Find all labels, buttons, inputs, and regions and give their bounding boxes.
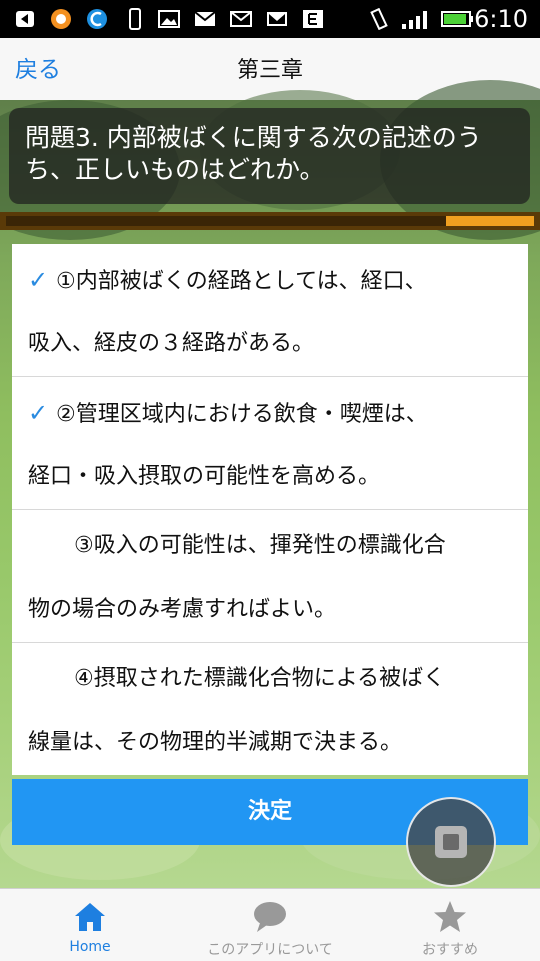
option-text: ①内部被ばくの経路としては、経口、 <box>56 269 427 294</box>
option-line1: ④摂取された標識化合物による被ばく <box>28 663 445 695</box>
checkmark-icon: ✓ <box>28 399 49 427</box>
tab-home[interactable]: Home <box>0 889 180 961</box>
chat-bubble-icon <box>254 902 286 932</box>
phone-icon <box>129 8 141 30</box>
option-text: ②管理区域内における飲食・喫煙は、 <box>56 402 428 427</box>
battery-icon <box>441 11 473 27</box>
tab-recommend[interactable]: おすすめ <box>360 889 540 961</box>
tab-about[interactable]: このアプリについて <box>180 889 360 961</box>
tab-recommend-label: おすすめ <box>422 942 478 958</box>
option-line1: ✓ ②管理区域内における飲食・喫煙は、 <box>28 397 428 431</box>
status-time: 6:10 <box>474 5 528 33</box>
star-icon <box>434 901 466 932</box>
home-icon <box>75 903 105 931</box>
option-line2: 吸入、経皮の３経路がある。 <box>28 331 315 356</box>
tab-bar: Home このアプリについて おすすめ <box>0 888 540 961</box>
option-line2: 物の場合のみ考慮すればよい。 <box>28 597 337 622</box>
option-line2: 線量は、その物理的半減期で決まる。 <box>28 730 403 755</box>
tab-about-label: このアプリについて <box>207 942 333 958</box>
gmail-icon <box>267 12 287 26</box>
option-1[interactable]: ✓ ①内部被ばくの経路としては、経口、 吸入、経皮の３経路がある。 <box>12 244 528 377</box>
option-2[interactable]: ✓ ②管理区域内における飲食・喫煙は、 経口・吸入摂取の可能性を高める。 <box>12 377 528 510</box>
option-4[interactable]: ④摂取された標識化合物による被ばく 線量は、その物理的半減期で決まる。 <box>12 643 528 775</box>
question-text: 問題3. 内部被ばくに関する次の記述のうち、正しいものはどれか。 <box>25 123 482 184</box>
checkmark-icon: ✓ <box>28 266 49 294</box>
signal-icon <box>402 11 427 29</box>
floating-stop-button[interactable] <box>406 797 496 887</box>
back-arrow-icon <box>16 11 34 27</box>
progress-bar <box>0 212 540 230</box>
option-line2: 経口・吸入摂取の可能性を高める。 <box>28 464 381 489</box>
option-text: ③吸入の可能性は、揮発性の標識化合 <box>74 533 446 558</box>
vibrate-icon <box>370 8 388 30</box>
page-title: 第三章 <box>236 58 303 83</box>
progress-fill <box>446 216 534 226</box>
status-bar: 6:10 <box>0 0 540 38</box>
option-line1: ✓ ①内部被ばくの経路としては、経口、 <box>28 264 427 298</box>
question-panel: 問題3. 内部被ばくに関する次の記述のうち、正しいものはどれか。 <box>9 108 530 204</box>
answer-options: ✓ ①内部被ばくの経路としては、経口、 吸入、経皮の３経路がある。 ✓ ②管理区域内… <box>12 244 528 775</box>
mail-icon-2 <box>230 11 252 27</box>
orange-app-icon <box>51 9 71 29</box>
tab-home-label: Home <box>69 939 111 955</box>
stop-icon-inner <box>443 834 459 850</box>
e-app-icon <box>303 10 323 28</box>
mail-icon <box>194 11 216 26</box>
option-line1: ③吸入の可能性は、揮発性の標識化合 <box>28 530 446 562</box>
image-icon <box>158 10 180 28</box>
option-text: ④摂取された標識化合物による被ばく <box>74 666 446 691</box>
option-3[interactable]: ③吸入の可能性は、揮発性の標識化合 物の場合のみ考慮すればよい。 <box>12 510 528 643</box>
blue-app-icon <box>87 9 107 29</box>
